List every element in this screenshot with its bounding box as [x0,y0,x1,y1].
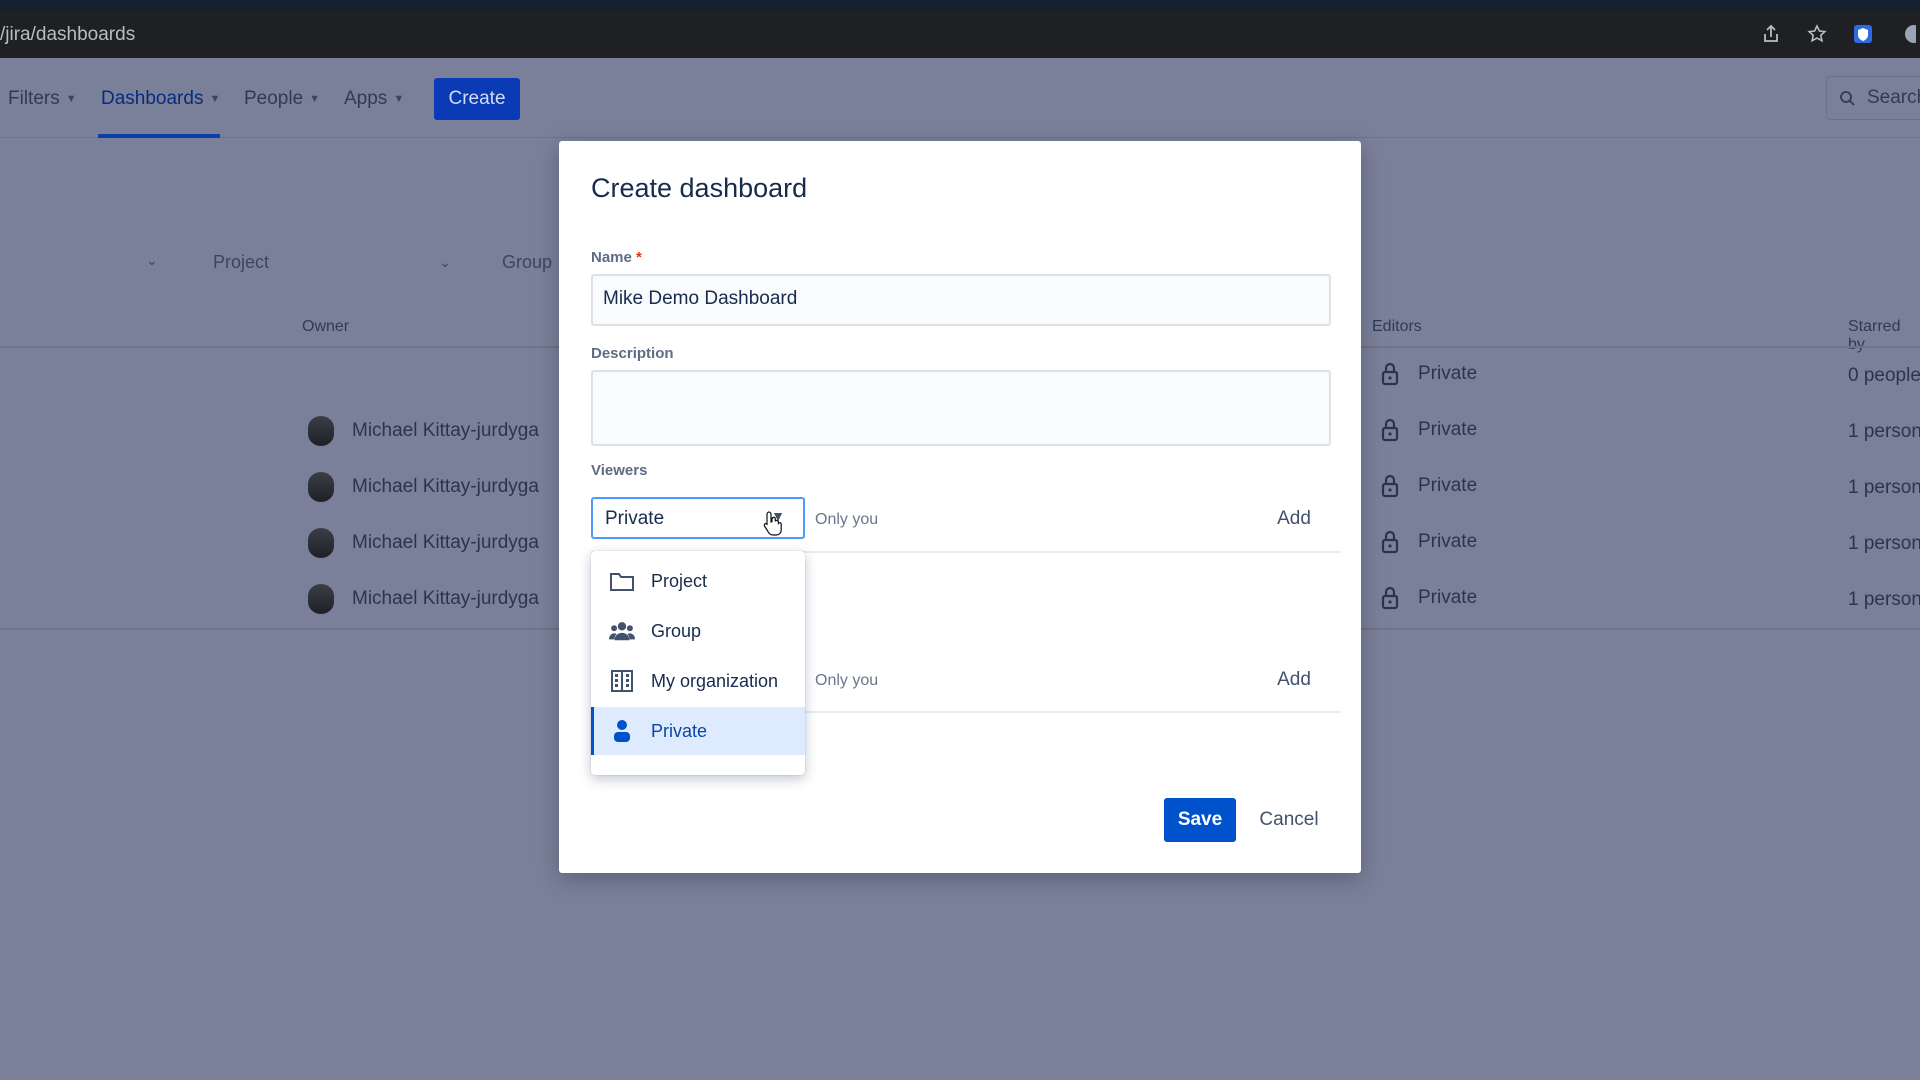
editor-label: Private [1418,419,1478,440]
column-header-editors[interactable]: Editors [1372,318,1422,336]
owner-name: Michael Kittay-jurdyga [352,420,539,441]
chevron-down-icon: ⌄ [439,254,451,270]
chevron-down-icon: ▼ [209,93,221,105]
project-filter[interactable]: Project ⌄ [213,252,451,273]
column-header-owner[interactable]: Owner [302,318,349,336]
lock-icon [1381,586,1399,610]
editors-only-you: Only you [815,672,879,689]
dropdown-option-label: My organization [651,670,779,691]
editor-label: Private [1418,587,1478,608]
group-icon [609,618,635,644]
add-editors-button[interactable]: Add [1259,660,1329,700]
dialog-title: Create dashboard [591,173,808,203]
table-row-editor: Private [1380,586,1477,610]
add-viewers-button[interactable]: Add [1259,499,1329,539]
nav-filters-label: Filters [8,88,60,109]
editor-label: Private [1418,531,1478,552]
top-navigation: Filters ▼ Dashboards ▼ People ▼ Apps ▼ C… [0,58,1920,138]
dropdown-option-private[interactable]: Private [591,707,805,755]
table-row-editor: Private [1380,530,1477,554]
name-label-text: Name [591,249,632,266]
avatar [308,416,334,446]
address-bar[interactable]: /jira/dashboards [0,24,135,46]
share-icon[interactable] [1760,23,1782,45]
create-dashboard-dialog: Create dashboard Name * Mike Demo Dashbo… [559,141,1361,873]
name-label: Name * [591,249,642,266]
create-button[interactable]: Create [434,78,520,120]
dropdown-option-my-organization[interactable]: My organization [591,657,805,705]
table-row-editor: Private [1380,418,1477,442]
nav-apps[interactable]: Apps ▼ [344,88,404,110]
table-row-editor: Private [1380,362,1477,386]
dropdown-option-label: Group [651,620,702,641]
editor-label: Private [1418,363,1478,384]
dropdown-option-label: Private [651,720,708,741]
starred-count: 0 people [1848,365,1920,386]
nav-filters[interactable]: Filters ▼ [8,88,77,110]
lock-icon [1381,418,1399,442]
cancel-button[interactable]: Cancel [1249,798,1329,842]
extension-icon[interactable] [1898,23,1920,45]
project-filter-label: Project [213,252,270,272]
lock-icon [1381,474,1399,498]
avatar [308,528,334,558]
browser-toolbar: /jira/dashboards [0,0,1920,58]
lock-icon [1381,362,1399,386]
owner-name: Michael Kittay-jurdyga [352,588,539,609]
chevron-down-icon: ▼ [309,93,321,105]
dropdown-option-project[interactable]: Project [591,557,805,605]
group-filter[interactable]: Group [502,252,552,273]
chevron-down-icon: ▼ [65,93,77,105]
person-icon [609,718,635,744]
chevron-down-icon: ⌄ [146,252,158,268]
viewers-select-value: Private [605,508,665,529]
avatar [308,472,334,502]
viewers-only-you: Only you [815,511,879,528]
dropdown-option-label: Project [651,570,708,591]
starred-count: 1 person [1848,477,1920,498]
table-row-owner[interactable]: Michael Kittay-jurdyga [308,416,539,446]
search-placeholder: Search [1867,87,1920,108]
nav-apps-label: Apps [344,88,388,109]
viewers-label: Viewers [591,462,648,479]
filter-select-chevron[interactable]: ⌄ [146,252,158,269]
search-input[interactable]: Search [1826,76,1920,120]
table-row-owner[interactable]: Michael Kittay-jurdyga [308,584,539,614]
avatar [308,584,334,614]
starred-count: 1 person [1848,533,1920,554]
lock-icon [1381,530,1399,554]
viewers-dropdown-menu: Project Group My organization Private [591,551,805,775]
star-icon[interactable] [1806,23,1828,45]
starred-count: 1 person [1848,421,1920,442]
required-indicator: * [636,249,642,266]
table-row-editor: Private [1380,474,1477,498]
column-header-starred[interactable]: Starred by [1848,318,1920,354]
active-tab-indicator [98,134,220,138]
name-field[interactable]: Mike Demo Dashboard [591,274,1331,326]
extension-shield-icon[interactable] [1852,23,1874,45]
folder-icon [609,568,635,594]
save-button[interactable]: Save [1164,798,1236,842]
chevron-down-icon: ▼ [393,93,405,105]
group-filter-label: Group [502,252,553,272]
nav-people[interactable]: People ▼ [244,88,320,110]
description-label: Description [591,345,674,362]
editor-label: Private [1418,475,1478,496]
hand-cursor-icon [763,510,783,536]
search-icon [1840,91,1855,106]
building-icon [609,668,635,694]
dropdown-option-group[interactable]: Group [591,607,805,655]
description-field[interactable] [591,370,1331,446]
owner-name: Michael Kittay-jurdyga [352,476,539,497]
table-row-owner[interactable]: Michael Kittay-jurdyga [308,472,539,502]
nav-people-label: People [244,88,304,109]
table-row-owner[interactable]: Michael Kittay-jurdyga [308,528,539,558]
nav-dashboards-label: Dashboards [101,88,204,109]
nav-dashboards[interactable]: Dashboards ▼ [101,88,220,110]
starred-count: 1 person [1848,589,1920,610]
owner-name: Michael Kittay-jurdyga [352,532,539,553]
